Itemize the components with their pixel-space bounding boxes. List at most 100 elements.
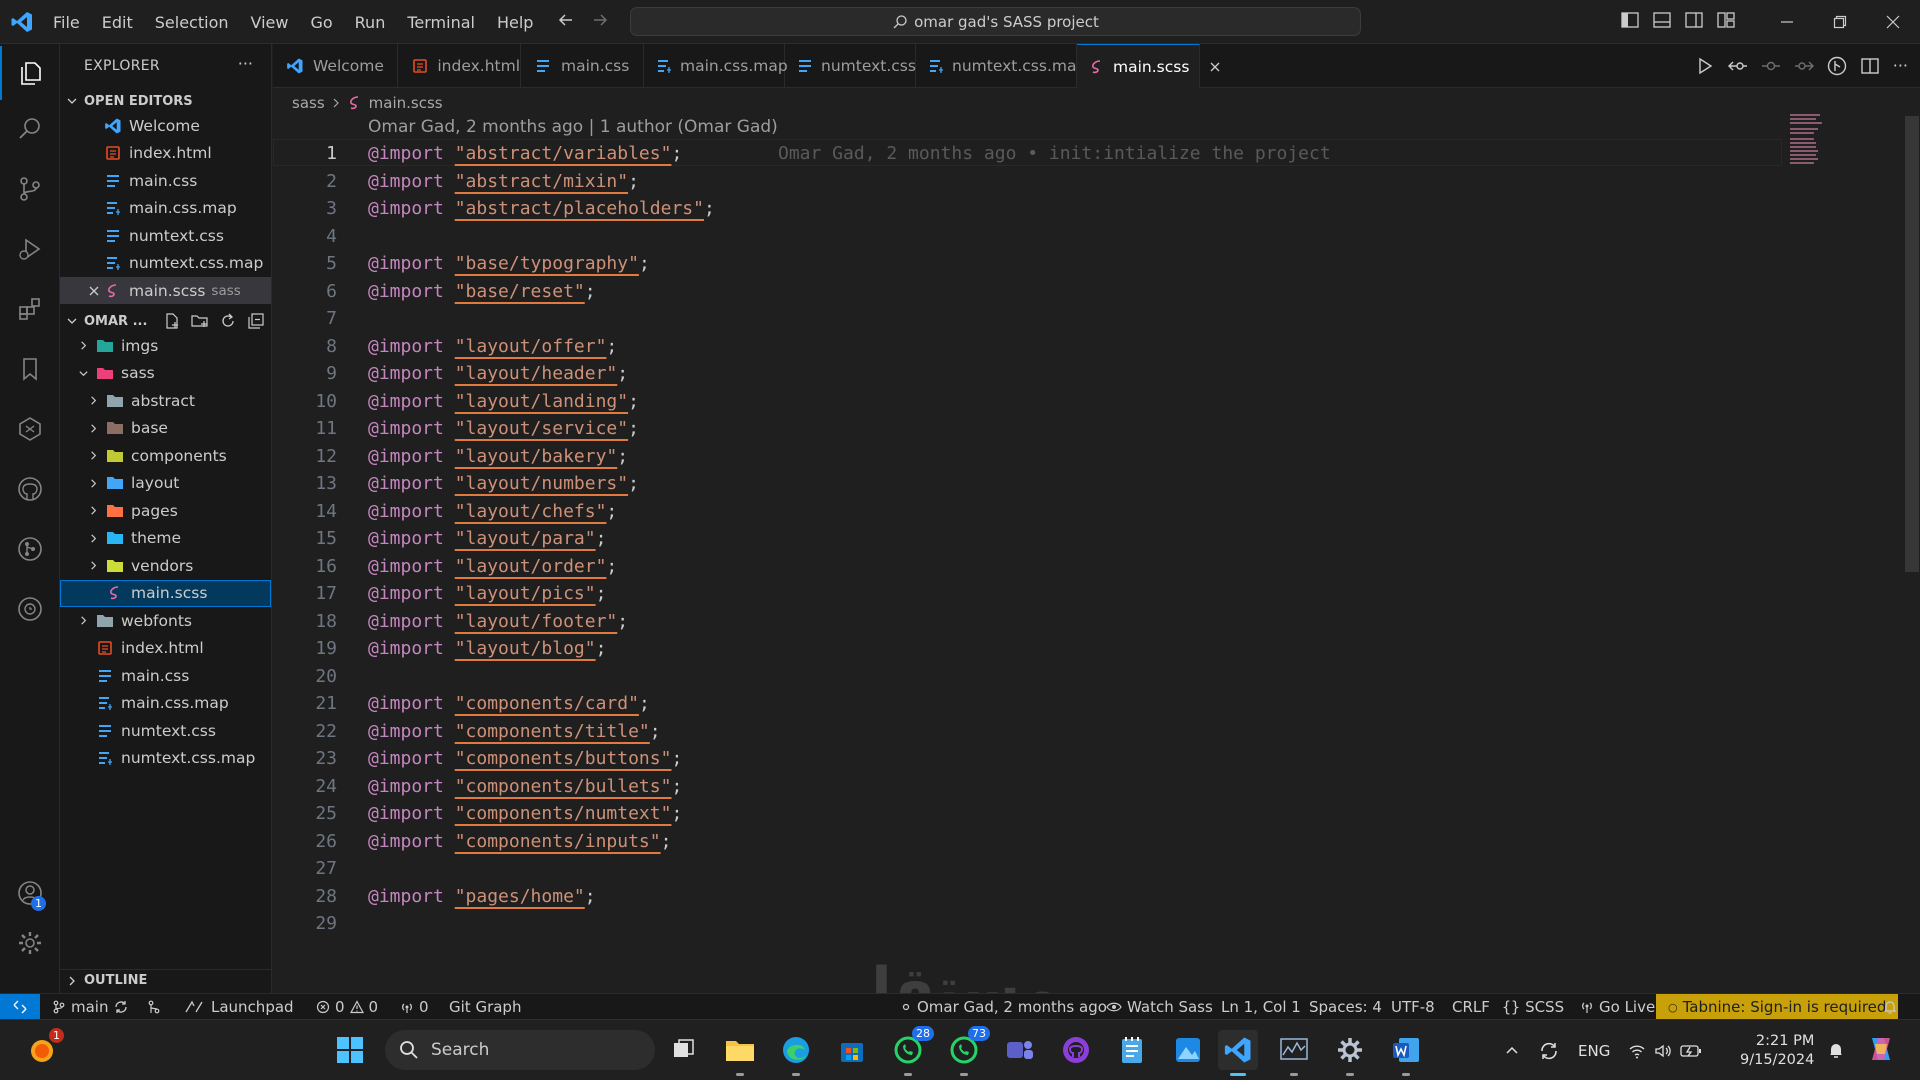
problems-status[interactable]: 0 0 [316, 994, 378, 1020]
close-icon[interactable] [1866, 0, 1919, 44]
word-icon[interactable] [1386, 1030, 1426, 1076]
git-blame-codelens[interactable]: Omar Gad, 2 months ago | 1 author (Omar … [368, 117, 778, 137]
launchpad-status[interactable]: Launchpad [184, 994, 294, 1020]
folder-item[interactable]: pages [60, 497, 271, 524]
sync-tray-icon[interactable] [1538, 1040, 1560, 1062]
file-item[interactable]: main.css [60, 662, 271, 689]
menu-help[interactable]: Help [486, 13, 544, 32]
encoding[interactable]: UTF-8 [1391, 994, 1435, 1020]
back-arrow-icon[interactable] [556, 10, 576, 30]
tab-numtext-css-map[interactable]: numtext.css.map [916, 44, 1086, 88]
breadcrumb-file[interactable]: main.scss [369, 94, 443, 112]
notepad-icon[interactable] [1112, 1030, 1152, 1070]
minimap[interactable] [1788, 112, 1828, 172]
git-graph-icon[interactable] [0, 522, 60, 576]
end-of-line[interactable]: CRLF [1452, 994, 1490, 1020]
tab-numtext-css[interactable]: numtext.css [785, 44, 916, 88]
teams-icon[interactable] [1000, 1030, 1040, 1070]
task-view-icon[interactable] [664, 1030, 704, 1070]
folder-item[interactable]: webfonts [60, 607, 271, 634]
chevron-up-icon[interactable] [1504, 1043, 1520, 1059]
open-editor-item[interactable]: main.css [60, 167, 271, 194]
go-live-status[interactable]: Go Live [1580, 994, 1655, 1020]
microsoft-store-icon[interactable] [832, 1030, 872, 1070]
language-mode[interactable]: {} SCSS [1502, 994, 1564, 1020]
language-indicator[interactable]: ENG [1578, 1042, 1610, 1060]
accounts-icon[interactable]: 1 [0, 866, 60, 920]
open-changes-icon[interactable] [1727, 56, 1748, 76]
tab-index-html[interactable]: index.html [398, 44, 521, 88]
run-file-icon[interactable] [1695, 56, 1715, 76]
file-item[interactable]: numtext.css [60, 717, 271, 744]
toggle-panel-icon[interactable] [1652, 10, 1672, 30]
menu-run[interactable]: Run [344, 13, 397, 32]
indentation[interactable]: Spaces: 4 [1309, 994, 1382, 1020]
folder-item[interactable]: abstract [60, 387, 271, 414]
sync-icon[interactable] [113, 999, 129, 1015]
remote-indicator-icon[interactable] [0, 994, 40, 1020]
more-actions-icon[interactable]: ··· [238, 54, 253, 73]
folder-item[interactable]: imgs [60, 332, 271, 359]
refresh-icon[interactable] [219, 312, 237, 330]
menu-terminal[interactable]: Terminal [396, 13, 486, 32]
collapse-all-icon[interactable] [247, 312, 265, 330]
split-editor-icon[interactable] [1860, 56, 1880, 76]
tab-welcome[interactable]: Welcome [273, 44, 398, 88]
notifications-bell-icon[interactable] [1882, 994, 1898, 1020]
new-file-icon[interactable] [163, 312, 181, 330]
open-editor-item[interactable]: Welcome [60, 112, 271, 139]
restore-icon[interactable] [1813, 0, 1866, 44]
new-folder-icon[interactable] [191, 312, 209, 330]
tab-main-scss[interactable]: main.scss [1077, 44, 1220, 88]
github-desktop-icon[interactable] [1056, 1030, 1096, 1070]
git-lens-icon[interactable] [1827, 56, 1847, 76]
open-editor-item[interactable]: index.html [60, 140, 271, 167]
branch-status[interactable]: main [52, 994, 129, 1020]
folder-item[interactable]: layout [60, 470, 271, 497]
github-icon[interactable] [0, 462, 60, 516]
resource-monitor-icon[interactable] [1274, 1030, 1314, 1076]
blame-status[interactable]: Omar Gad, 2 months ago [900, 994, 1107, 1020]
network-volume-battery[interactable] [1628, 1042, 1702, 1060]
copilot-icon[interactable] [1864, 1032, 1898, 1066]
notification-bell-icon[interactable] [1826, 1040, 1846, 1060]
explorer-icon[interactable] [0, 46, 60, 100]
edge-browser-icon[interactable] [776, 1030, 816, 1076]
file-item[interactable]: numtext.css.map [60, 745, 271, 772]
weather-widget-icon[interactable]: 1 [22, 1028, 64, 1070]
file-item[interactable]: index.html [60, 635, 271, 662]
cursor-position[interactable]: Ln 1, Col 1 [1221, 994, 1301, 1020]
toggle-primary-sidebar-icon[interactable] [1620, 10, 1640, 30]
run-debug-icon[interactable] [0, 222, 60, 276]
toggle-secondary-sidebar-icon[interactable] [1684, 10, 1704, 30]
bookmarks-icon[interactable] [0, 342, 60, 396]
tabnine-status[interactable]: ○ Tabnine: Sign-in is required [1656, 994, 1899, 1020]
git-graph-status[interactable]: Git Graph [449, 994, 521, 1020]
folder-item[interactable]: theme [60, 525, 271, 552]
timeline-icon[interactable] [0, 582, 60, 636]
start-button-icon[interactable] [330, 1030, 370, 1070]
forward-arrow-icon[interactable] [590, 10, 610, 30]
file-explorer-icon[interactable] [720, 1030, 760, 1076]
minimize-icon[interactable] [1760, 0, 1813, 44]
customize-layout-icon[interactable] [1716, 10, 1736, 30]
remote-explorer-icon[interactable] [0, 402, 60, 456]
manage-gear-icon[interactable] [0, 916, 60, 970]
ports-status[interactable]: 0 [400, 994, 429, 1020]
breadcrumb-folder[interactable]: sass [292, 94, 325, 112]
command-center-search[interactable]: omar gad's SASS project [630, 7, 1361, 36]
folder-item[interactable]: vendors [60, 552, 271, 579]
open-editor-item[interactable]: numtext.css.map [60, 250, 271, 277]
menu-edit[interactable]: Edit [91, 13, 144, 32]
whatsapp-business-icon[interactable]: 73 [944, 1026, 990, 1076]
whatsapp-icon[interactable]: 28 [888, 1026, 934, 1076]
open-editor-item[interactable]: main.css.map [60, 195, 271, 222]
more-actions-icon[interactable]: ··· [1893, 56, 1908, 76]
menu-file[interactable]: File [42, 13, 91, 32]
photos-icon[interactable] [1168, 1030, 1208, 1070]
open-editor-item[interactable]: main.scss sass [60, 277, 271, 304]
previous-revision-icon[interactable] [1761, 56, 1781, 76]
tab-main-css-map[interactable]: main.css.map [644, 44, 788, 88]
taskbar-search[interactable]: Search [385, 1030, 655, 1070]
vertical-scrollbar[interactable] [1905, 116, 1919, 572]
